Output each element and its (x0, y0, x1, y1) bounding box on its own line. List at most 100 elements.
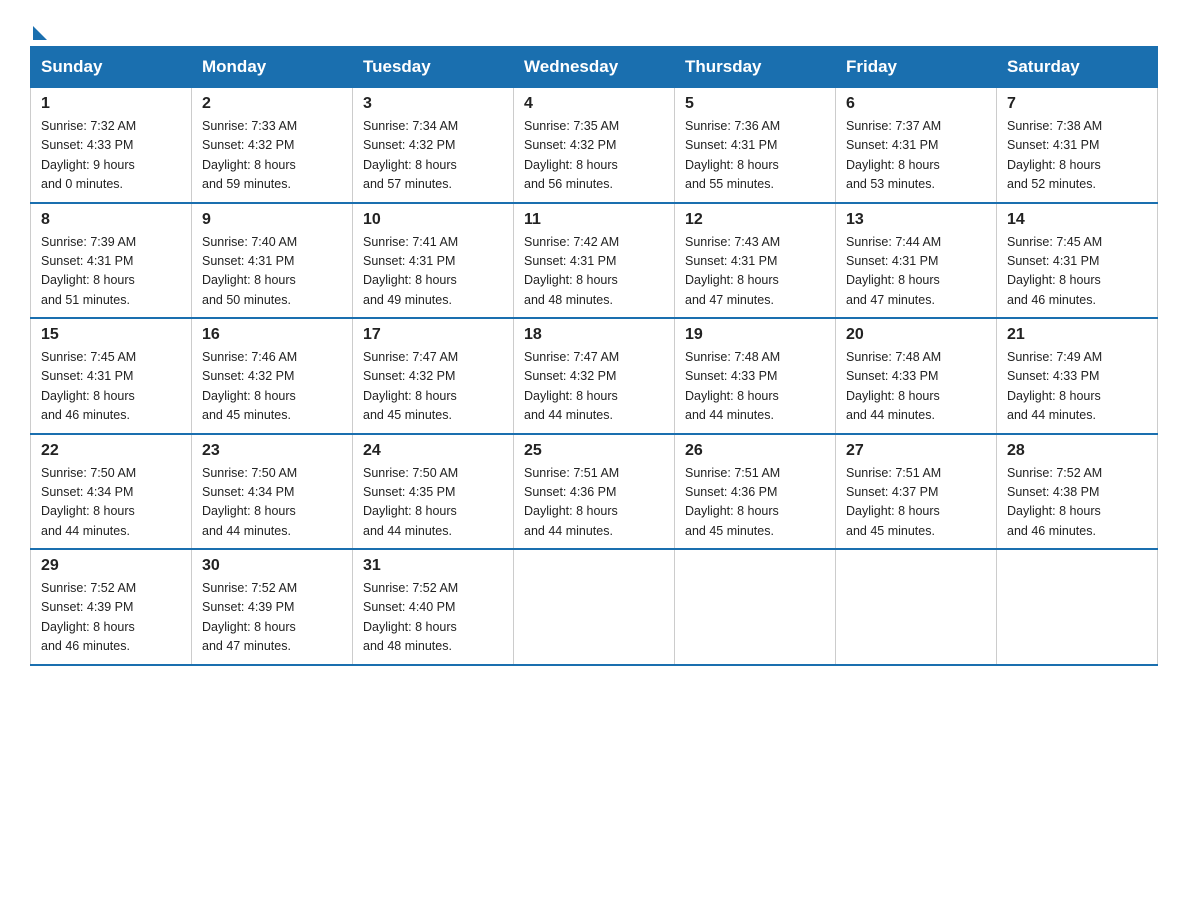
day-info: Sunrise: 7:48 AMSunset: 4:33 PMDaylight:… (685, 350, 780, 422)
day-number: 18 (524, 326, 664, 344)
day-number: 17 (363, 326, 503, 344)
calendar-day-cell (836, 549, 997, 665)
day-number: 21 (1007, 326, 1147, 344)
calendar-day-cell: 29 Sunrise: 7:52 AMSunset: 4:39 PMDaylig… (31, 549, 192, 665)
calendar-day-cell: 26 Sunrise: 7:51 AMSunset: 4:36 PMDaylig… (675, 434, 836, 550)
day-number: 16 (202, 326, 342, 344)
day-number: 5 (685, 95, 825, 113)
day-number: 24 (363, 442, 503, 460)
day-info: Sunrise: 7:46 AMSunset: 4:32 PMDaylight:… (202, 350, 297, 422)
day-of-week-header: Wednesday (514, 47, 675, 88)
calendar-day-cell: 15 Sunrise: 7:45 AMSunset: 4:31 PMDaylig… (31, 318, 192, 434)
day-info: Sunrise: 7:50 AMSunset: 4:34 PMDaylight:… (41, 466, 136, 538)
day-info: Sunrise: 7:39 AMSunset: 4:31 PMDaylight:… (41, 235, 136, 307)
day-info: Sunrise: 7:52 AMSunset: 4:38 PMDaylight:… (1007, 466, 1102, 538)
calendar-header-row: SundayMondayTuesdayWednesdayThursdayFrid… (31, 47, 1158, 88)
calendar-day-cell: 25 Sunrise: 7:51 AMSunset: 4:36 PMDaylig… (514, 434, 675, 550)
calendar-day-cell: 27 Sunrise: 7:51 AMSunset: 4:37 PMDaylig… (836, 434, 997, 550)
calendar-week-row: 22 Sunrise: 7:50 AMSunset: 4:34 PMDaylig… (31, 434, 1158, 550)
calendar-week-row: 29 Sunrise: 7:52 AMSunset: 4:39 PMDaylig… (31, 549, 1158, 665)
day-number: 31 (363, 557, 503, 575)
day-info: Sunrise: 7:48 AMSunset: 4:33 PMDaylight:… (846, 350, 941, 422)
calendar-day-cell: 5 Sunrise: 7:36 AMSunset: 4:31 PMDayligh… (675, 88, 836, 203)
day-of-week-header: Tuesday (353, 47, 514, 88)
day-number: 9 (202, 211, 342, 229)
day-info: Sunrise: 7:51 AMSunset: 4:37 PMDaylight:… (846, 466, 941, 538)
calendar-day-cell: 11 Sunrise: 7:42 AMSunset: 4:31 PMDaylig… (514, 203, 675, 319)
calendar-day-cell: 9 Sunrise: 7:40 AMSunset: 4:31 PMDayligh… (192, 203, 353, 319)
calendar-day-cell: 1 Sunrise: 7:32 AMSunset: 4:33 PMDayligh… (31, 88, 192, 203)
calendar-day-cell: 20 Sunrise: 7:48 AMSunset: 4:33 PMDaylig… (836, 318, 997, 434)
day-info: Sunrise: 7:49 AMSunset: 4:33 PMDaylight:… (1007, 350, 1102, 422)
calendar-day-cell: 24 Sunrise: 7:50 AMSunset: 4:35 PMDaylig… (353, 434, 514, 550)
calendar-day-cell: 30 Sunrise: 7:52 AMSunset: 4:39 PMDaylig… (192, 549, 353, 665)
calendar-day-cell: 6 Sunrise: 7:37 AMSunset: 4:31 PMDayligh… (836, 88, 997, 203)
day-of-week-header: Saturday (997, 47, 1158, 88)
day-info: Sunrise: 7:43 AMSunset: 4:31 PMDaylight:… (685, 235, 780, 307)
day-number: 8 (41, 211, 181, 229)
calendar-day-cell: 3 Sunrise: 7:34 AMSunset: 4:32 PMDayligh… (353, 88, 514, 203)
day-info: Sunrise: 7:52 AMSunset: 4:39 PMDaylight:… (41, 581, 136, 653)
calendar-day-cell: 4 Sunrise: 7:35 AMSunset: 4:32 PMDayligh… (514, 88, 675, 203)
calendar-day-cell: 31 Sunrise: 7:52 AMSunset: 4:40 PMDaylig… (353, 549, 514, 665)
calendar-day-cell: 14 Sunrise: 7:45 AMSunset: 4:31 PMDaylig… (997, 203, 1158, 319)
day-of-week-header: Thursday (675, 47, 836, 88)
calendar-week-row: 1 Sunrise: 7:32 AMSunset: 4:33 PMDayligh… (31, 88, 1158, 203)
day-info: Sunrise: 7:45 AMSunset: 4:31 PMDaylight:… (41, 350, 136, 422)
day-number: 15 (41, 326, 181, 344)
calendar-day-cell: 8 Sunrise: 7:39 AMSunset: 4:31 PMDayligh… (31, 203, 192, 319)
day-number: 27 (846, 442, 986, 460)
day-number: 7 (1007, 95, 1147, 113)
day-number: 2 (202, 95, 342, 113)
logo (30, 20, 47, 36)
calendar-day-cell: 28 Sunrise: 7:52 AMSunset: 4:38 PMDaylig… (997, 434, 1158, 550)
calendar-day-cell: 19 Sunrise: 7:48 AMSunset: 4:33 PMDaylig… (675, 318, 836, 434)
day-number: 23 (202, 442, 342, 460)
day-number: 13 (846, 211, 986, 229)
day-of-week-header: Friday (836, 47, 997, 88)
day-info: Sunrise: 7:44 AMSunset: 4:31 PMDaylight:… (846, 235, 941, 307)
logo-arrow-icon (33, 26, 47, 40)
day-number: 29 (41, 557, 181, 575)
day-info: Sunrise: 7:34 AMSunset: 4:32 PMDaylight:… (363, 119, 458, 191)
day-number: 25 (524, 442, 664, 460)
day-info: Sunrise: 7:37 AMSunset: 4:31 PMDaylight:… (846, 119, 941, 191)
calendar-day-cell: 12 Sunrise: 7:43 AMSunset: 4:31 PMDaylig… (675, 203, 836, 319)
calendar-day-cell (514, 549, 675, 665)
day-info: Sunrise: 7:45 AMSunset: 4:31 PMDaylight:… (1007, 235, 1102, 307)
day-number: 28 (1007, 442, 1147, 460)
logo-top (30, 20, 47, 40)
day-info: Sunrise: 7:50 AMSunset: 4:34 PMDaylight:… (202, 466, 297, 538)
day-info: Sunrise: 7:40 AMSunset: 4:31 PMDaylight:… (202, 235, 297, 307)
day-info: Sunrise: 7:52 AMSunset: 4:39 PMDaylight:… (202, 581, 297, 653)
day-of-week-header: Sunday (31, 47, 192, 88)
day-number: 12 (685, 211, 825, 229)
day-info: Sunrise: 7:35 AMSunset: 4:32 PMDaylight:… (524, 119, 619, 191)
day-number: 3 (363, 95, 503, 113)
calendar-day-cell: 2 Sunrise: 7:33 AMSunset: 4:32 PMDayligh… (192, 88, 353, 203)
day-number: 20 (846, 326, 986, 344)
day-info: Sunrise: 7:32 AMSunset: 4:33 PMDaylight:… (41, 119, 136, 191)
calendar-day-cell (675, 549, 836, 665)
day-number: 30 (202, 557, 342, 575)
calendar-day-cell: 23 Sunrise: 7:50 AMSunset: 4:34 PMDaylig… (192, 434, 353, 550)
day-number: 4 (524, 95, 664, 113)
day-info: Sunrise: 7:41 AMSunset: 4:31 PMDaylight:… (363, 235, 458, 307)
day-number: 14 (1007, 211, 1147, 229)
day-number: 26 (685, 442, 825, 460)
day-info: Sunrise: 7:52 AMSunset: 4:40 PMDaylight:… (363, 581, 458, 653)
day-info: Sunrise: 7:51 AMSunset: 4:36 PMDaylight:… (685, 466, 780, 538)
calendar-day-cell: 17 Sunrise: 7:47 AMSunset: 4:32 PMDaylig… (353, 318, 514, 434)
calendar-day-cell: 16 Sunrise: 7:46 AMSunset: 4:32 PMDaylig… (192, 318, 353, 434)
day-info: Sunrise: 7:47 AMSunset: 4:32 PMDaylight:… (524, 350, 619, 422)
calendar-week-row: 8 Sunrise: 7:39 AMSunset: 4:31 PMDayligh… (31, 203, 1158, 319)
calendar-day-cell (997, 549, 1158, 665)
calendar-day-cell: 7 Sunrise: 7:38 AMSunset: 4:31 PMDayligh… (997, 88, 1158, 203)
calendar-day-cell: 22 Sunrise: 7:50 AMSunset: 4:34 PMDaylig… (31, 434, 192, 550)
day-number: 11 (524, 211, 664, 229)
page-header (30, 20, 1158, 36)
day-info: Sunrise: 7:47 AMSunset: 4:32 PMDaylight:… (363, 350, 458, 422)
day-info: Sunrise: 7:38 AMSunset: 4:31 PMDaylight:… (1007, 119, 1102, 191)
calendar-day-cell: 10 Sunrise: 7:41 AMSunset: 4:31 PMDaylig… (353, 203, 514, 319)
day-number: 19 (685, 326, 825, 344)
